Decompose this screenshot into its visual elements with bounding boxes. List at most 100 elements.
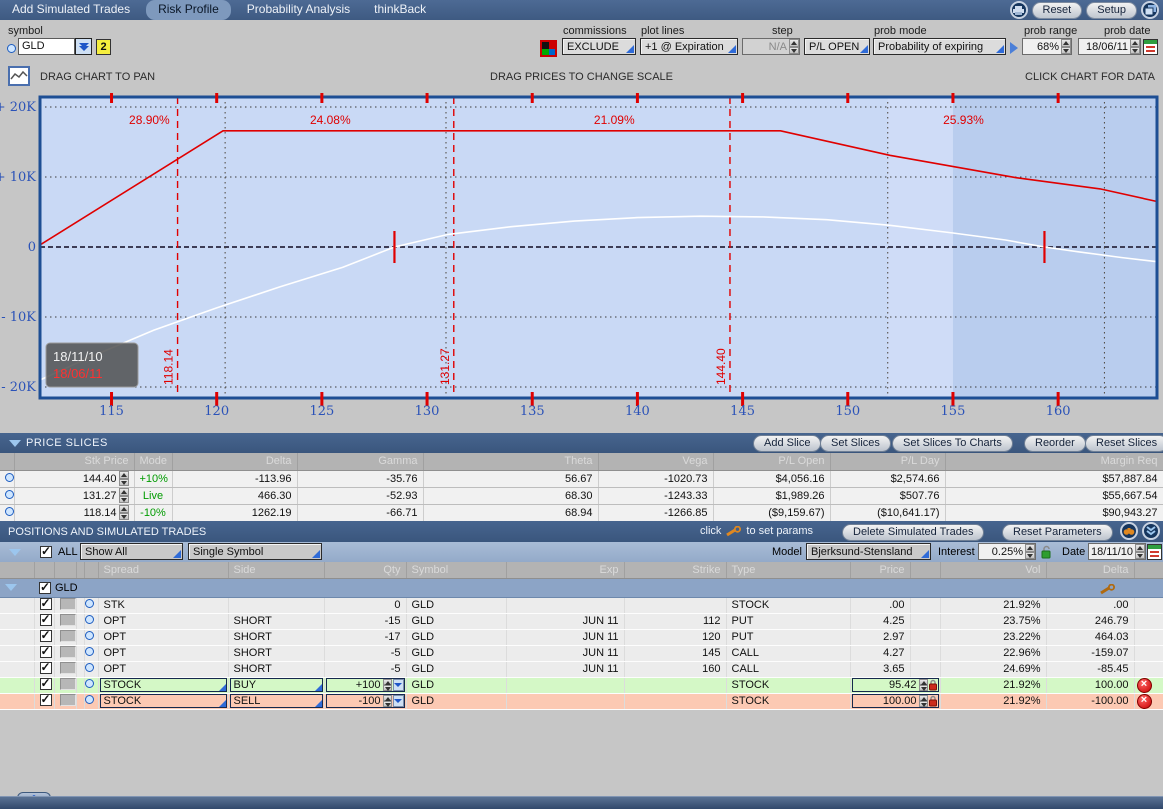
row-checkbox[interactable] (40, 598, 52, 610)
row-checkbox[interactable] (40, 630, 52, 642)
spread-dropdown[interactable]: STOCK (100, 694, 227, 708)
stepper-arrows-icon[interactable] (383, 695, 392, 707)
row-checkbox[interactable] (40, 614, 52, 626)
side-dropdown[interactable]: SELL (230, 694, 323, 708)
row-marker-icon[interactable] (5, 473, 14, 482)
mode-value[interactable]: Live (134, 487, 172, 504)
symbol-input[interactable]: GLD (18, 38, 75, 55)
row-tool-button[interactable] (60, 662, 76, 674)
symbol-count-badge[interactable]: 2 (96, 39, 111, 55)
model-dropdown[interactable]: Bjerksund-Stensland (806, 543, 931, 560)
group-checkbox[interactable] (39, 582, 51, 594)
chart-canvas[interactable]: 118.14131.27144.401151201251301351401451… (0, 93, 1163, 433)
stepper-arrows-icon[interactable] (1025, 544, 1035, 559)
price-stepper[interactable]: 95.42 (852, 678, 939, 692)
row-checkbox[interactable] (40, 694, 52, 706)
color-grid-icon[interactable] (540, 40, 557, 57)
row-tool-button[interactable] (60, 598, 76, 610)
stk-price-stepper[interactable]: 131.27 (14, 487, 134, 504)
plot-lines-dropdown[interactable]: +1 @ Expiration (640, 38, 738, 55)
stepper-arrows-icon[interactable] (119, 471, 129, 486)
symbol-dropdown-button[interactable] (75, 38, 92, 55)
lock-icon[interactable] (928, 679, 938, 692)
reset-slices-button[interactable]: Reset Slices (1085, 435, 1163, 452)
chart-style-button[interactable] (8, 66, 30, 86)
expand-arrow-icon[interactable] (1010, 42, 1018, 54)
set-slices-to-charts-button[interactable]: Set Slices To Charts (892, 435, 1013, 452)
reorder-button[interactable]: Reorder (1024, 435, 1086, 452)
reset-button[interactable]: Reset (1032, 2, 1083, 19)
delete-simulated-trades-button[interactable]: Delete Simulated Trades (842, 524, 984, 541)
stepper-arrows-icon[interactable] (919, 695, 928, 707)
qty-dropdown-button[interactable] (393, 679, 404, 691)
calendar-icon[interactable] (1147, 544, 1162, 560)
delete-trade-button[interactable] (1137, 694, 1152, 709)
collapse-section-button[interactable] (1142, 522, 1160, 540)
row-tool-button[interactable] (60, 678, 76, 690)
delete-trade-button[interactable] (1137, 678, 1152, 693)
row-marker-icon[interactable] (85, 695, 94, 704)
row-checkbox[interactable] (40, 678, 52, 690)
prob-mode-dropdown[interactable]: Probability of expiring (873, 38, 1006, 55)
step-stepper[interactable]: N/A (742, 38, 800, 55)
price-stepper[interactable]: 100.00 (852, 694, 939, 708)
pl-mode-dropdown[interactable]: P/L OPEN (804, 38, 870, 55)
stepper-arrows-icon[interactable] (1130, 39, 1140, 54)
analyze-tools-button[interactable] (1120, 522, 1138, 540)
row-marker-icon[interactable] (85, 679, 94, 688)
row-tool-button[interactable] (60, 614, 76, 626)
row-tool-button[interactable] (60, 694, 76, 706)
calendar-icon[interactable] (1143, 39, 1158, 55)
row-marker-icon[interactable] (85, 631, 94, 640)
collapse-group-icon[interactable] (5, 584, 17, 591)
date-stepper[interactable]: 18/11/10 (1088, 543, 1146, 560)
qty-stepper[interactable]: +100 (326, 678, 405, 692)
row-tool-button[interactable] (60, 646, 76, 658)
mode-value[interactable]: -10% (134, 504, 172, 521)
setup-button[interactable]: Setup (1086, 2, 1137, 19)
row-tool-button[interactable] (60, 630, 76, 642)
collapse-slices-icon[interactable] (9, 440, 21, 447)
commissions-dropdown[interactable]: EXCLUDE (562, 38, 636, 55)
row-marker-icon[interactable] (85, 647, 94, 656)
lock-icon[interactable] (928, 695, 938, 708)
row-marker-icon[interactable] (85, 615, 94, 624)
row-marker-icon[interactable] (5, 490, 14, 499)
show-filter-dropdown[interactable]: Show All (80, 543, 183, 560)
prob-date-stepper[interactable]: 18/06/11 (1078, 38, 1141, 55)
collapse-positions-icon[interactable] (9, 549, 21, 556)
stepper-arrows-icon[interactable] (919, 679, 928, 691)
stepper-arrows-icon[interactable] (383, 679, 392, 691)
unlock-icon[interactable] (1041, 545, 1052, 559)
stepper-arrows-icon[interactable] (1061, 39, 1071, 54)
all-checkbox[interactable] (40, 546, 52, 558)
tab-probability-analysis[interactable]: Probability Analysis (235, 0, 362, 20)
print-button[interactable] (1010, 1, 1028, 19)
add-slice-button[interactable]: Add Slice (753, 435, 821, 452)
qty-stepper[interactable]: -100 (326, 694, 405, 708)
stk-price-stepper[interactable]: 118.14 (14, 504, 134, 521)
wrench-icon[interactable] (1100, 584, 1115, 595)
row-marker-icon[interactable] (85, 663, 94, 672)
row-marker-icon[interactable] (85, 599, 94, 608)
detach-window-button[interactable] (1141, 1, 1159, 19)
symbol-filter-dropdown[interactable]: Single Symbol (188, 543, 322, 560)
spread-dropdown[interactable]: STOCK (100, 678, 227, 692)
row-checkbox[interactable] (40, 646, 52, 658)
row-marker-icon[interactable] (5, 507, 14, 516)
stepper-arrows-icon[interactable] (119, 505, 129, 520)
tab-risk-profile[interactable]: Risk Profile (146, 0, 231, 20)
stk-price-stepper[interactable]: 144.40 (14, 470, 134, 487)
reset-parameters-button[interactable]: Reset Parameters (1002, 524, 1113, 541)
stepper-arrows-icon[interactable] (119, 488, 129, 503)
interest-stepper[interactable]: 0.25% (978, 543, 1036, 560)
stepper-arrows-icon[interactable] (789, 39, 799, 54)
tab-thinkback[interactable]: thinkBack (362, 0, 438, 20)
side-dropdown[interactable]: BUY (230, 678, 323, 692)
tab-add-simulated-trades[interactable]: Add Simulated Trades (0, 0, 142, 20)
set-slices-button[interactable]: Set Slices (820, 435, 891, 452)
mode-value[interactable]: +10% (134, 470, 172, 487)
stepper-arrows-icon[interactable] (1135, 544, 1145, 559)
row-checkbox[interactable] (40, 662, 52, 674)
qty-dropdown-button[interactable] (393, 695, 404, 707)
